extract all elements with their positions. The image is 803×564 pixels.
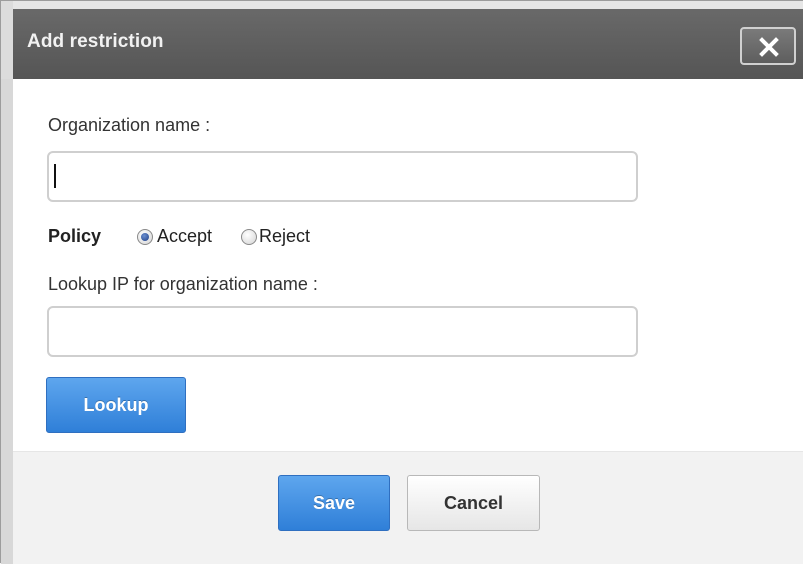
lookup-ip-label: Lookup IP for organization name : <box>48 274 318 294</box>
text-caret <box>54 164 56 188</box>
dialog-title: Add restriction <box>27 31 164 52</box>
dialog-left-gutter <box>1 79 13 564</box>
lookup-ip-input[interactable] <box>47 306 638 357</box>
policy-accept-radio[interactable] <box>137 229 153 245</box>
organization-name-input[interactable] <box>47 151 638 202</box>
dialog-top-border <box>1 1 803 9</box>
lookup-button[interactable]: Lookup <box>46 377 186 433</box>
dialog-left-edge <box>1 1 13 79</box>
close-button[interactable] <box>740 27 796 65</box>
cancel-button[interactable]: Cancel <box>407 475 540 531</box>
policy-reject-label[interactable]: Reject <box>259 226 310 247</box>
add-restriction-dialog: Add restriction Organization name : Poli… <box>0 0 803 564</box>
policy-accept-label[interactable]: Accept <box>157 226 212 247</box>
organization-name-label: Organization name : <box>48 115 211 135</box>
close-icon <box>759 37 779 57</box>
policy-reject-radio[interactable] <box>241 229 257 245</box>
save-button[interactable]: Save <box>278 475 390 531</box>
policy-label: Policy <box>48 226 102 246</box>
